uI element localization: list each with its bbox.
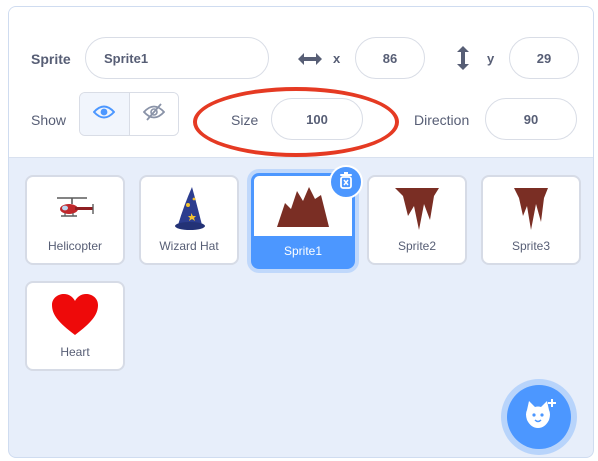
direction-input[interactable]: 90: [485, 98, 577, 140]
eye-icon: [92, 104, 116, 125]
sprite-info-panel: Sprite Sprite1 x 86 y 29 Show Size 100 D…: [9, 7, 593, 158]
vertical-arrows-icon: [453, 43, 473, 73]
y-input[interactable]: 29: [509, 37, 579, 79]
sprite-label: Sprite: [31, 51, 71, 67]
wizard-hat-icon: [141, 181, 237, 237]
sprite-tile-sprite3[interactable]: Sprite3: [481, 175, 581, 265]
show-toggle-group: [79, 92, 179, 136]
trash-icon: [338, 171, 354, 194]
helicopter-icon: [27, 181, 123, 237]
y-label: y: [487, 51, 495, 66]
size-label: Size: [231, 112, 259, 128]
sprite3-icon: [483, 181, 579, 237]
show-label: Show: [31, 112, 67, 128]
sprite-tile-label: Sprite3: [511, 239, 551, 253]
add-sprite-button[interactable]: [507, 385, 571, 449]
x-label: x: [333, 51, 341, 66]
delete-sprite-button[interactable]: [329, 165, 363, 199]
show-visible-button[interactable]: [80, 93, 129, 135]
sprite-tile-label: Wizard Hat: [159, 239, 219, 253]
heart-icon: [27, 287, 123, 343]
sprite-name-input[interactable]: Sprite1: [85, 37, 269, 79]
sprite-tile-label: Sprite2: [397, 239, 437, 253]
sprite-tile-label: Helicopter: [47, 239, 103, 253]
sprite-tile-sprite2[interactable]: Sprite2: [367, 175, 467, 265]
cat-plus-icon: [521, 398, 557, 437]
sprite-pane: Sprite Sprite1 x 86 y 29 Show Size 100 D…: [8, 6, 594, 458]
sprite-tile-helicopter[interactable]: Helicopter: [25, 175, 125, 265]
eye-slash-icon: [142, 102, 165, 127]
show-hidden-button[interactable]: [128, 93, 178, 135]
sprite-tile-label: Sprite1: [283, 244, 323, 258]
sprite-tile-label: Heart: [60, 345, 90, 359]
sprite-tile-wizard-hat[interactable]: Wizard Hat: [139, 175, 239, 265]
sprite2-icon: [369, 181, 465, 237]
direction-label: Direction: [414, 112, 470, 128]
sprite-tile-heart[interactable]: Heart: [25, 281, 125, 371]
x-input[interactable]: 86: [355, 37, 425, 79]
size-input[interactable]: 100: [271, 98, 363, 140]
horizontal-arrows-icon: [295, 49, 325, 69]
